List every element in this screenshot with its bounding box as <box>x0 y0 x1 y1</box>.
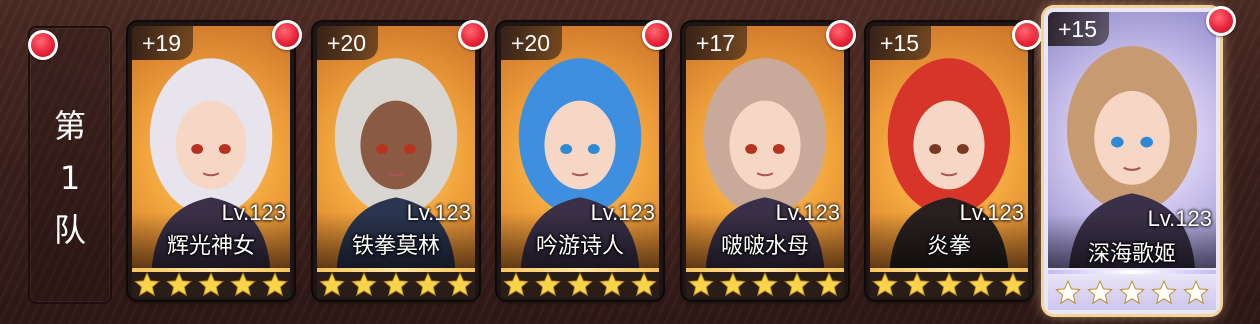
hero-name: 深海歌姬 <box>1087 242 1176 267</box>
hero-name: 啵啵水母 <box>720 234 809 259</box>
hero-level: Lv.123 <box>959 200 1024 225</box>
hero-name: 炎拳 <box>926 234 971 259</box>
star-icon <box>1118 279 1146 307</box>
star-icon <box>534 271 562 299</box>
team-label: 第 1 队 <box>53 107 86 249</box>
hero-card[interactable]: +17 Lv.123 啵啵水母 <box>682 22 848 300</box>
star-icon <box>318 271 346 299</box>
star-icon <box>815 271 843 299</box>
star-icon <box>1086 279 1114 307</box>
star-icon <box>630 271 658 299</box>
enhance-level-badge: +15 <box>870 26 932 60</box>
notification-dot <box>1206 6 1236 36</box>
hero-name: 吟游诗人 <box>535 234 624 259</box>
hero-level: Lv.123 <box>775 200 840 225</box>
star-icon <box>871 271 899 299</box>
star-icon <box>967 271 995 299</box>
enhance-level-badge: +15 <box>1048 12 1110 46</box>
notification-dot <box>642 20 672 50</box>
enhance-level-badge: +20 <box>501 26 563 60</box>
star-icon <box>414 271 442 299</box>
card-divider <box>1048 270 1216 274</box>
star-icon <box>1054 279 1082 307</box>
hero-level: Lv.123 <box>406 200 471 225</box>
notification-dot <box>1012 20 1042 50</box>
notification-dot <box>458 20 488 50</box>
hero-card[interactable]: +19 Lv.123 辉光神女 <box>128 22 294 300</box>
star-icon <box>903 271 931 299</box>
star-rating <box>870 271 1028 299</box>
hero-name: 铁拳莫林 <box>351 234 440 259</box>
hero-card[interactable]: +15 Lv.123 深海歌姬 <box>1044 8 1220 314</box>
enhance-level-badge: +19 <box>132 26 194 60</box>
star-rating <box>317 271 475 299</box>
star-icon <box>598 271 626 299</box>
star-icon <box>1182 279 1210 307</box>
hero-card[interactable]: +20 Lv.123 铁拳莫林 <box>313 22 479 300</box>
hero-name: 辉光神女 <box>166 234 255 259</box>
star-icon <box>566 271 594 299</box>
hero-level: Lv.123 <box>590 200 655 225</box>
hero-level: Lv.123 <box>221 200 286 225</box>
team-selector[interactable]: 第 1 队 <box>28 26 112 304</box>
hero-level: Lv.123 <box>1147 206 1212 231</box>
enhance-level-badge: +17 <box>686 26 748 60</box>
star-icon <box>165 271 193 299</box>
star-icon <box>783 271 811 299</box>
star-icon <box>350 271 378 299</box>
star-icon <box>999 271 1027 299</box>
star-icon <box>687 271 715 299</box>
team-notification-dot <box>28 30 58 60</box>
star-icon <box>197 271 225 299</box>
star-icon <box>261 271 289 299</box>
notification-dot <box>272 20 302 50</box>
star-icon <box>935 271 963 299</box>
enhance-level-badge: +20 <box>317 26 379 60</box>
star-icon <box>751 271 779 299</box>
star-rating <box>501 271 659 299</box>
star-rating <box>686 271 844 299</box>
star-icon <box>502 271 530 299</box>
notification-dot <box>826 20 856 50</box>
hero-card[interactable]: +15 Lv.123 炎拳 <box>866 22 1032 300</box>
star-icon <box>446 271 474 299</box>
star-icon <box>382 271 410 299</box>
star-rating <box>1048 276 1216 310</box>
star-icon <box>229 271 257 299</box>
star-icon <box>719 271 747 299</box>
star-rating <box>132 271 290 299</box>
hero-card[interactable]: +20 Lv.123 吟游诗人 <box>497 22 663 300</box>
star-icon <box>133 271 161 299</box>
star-icon <box>1150 279 1178 307</box>
